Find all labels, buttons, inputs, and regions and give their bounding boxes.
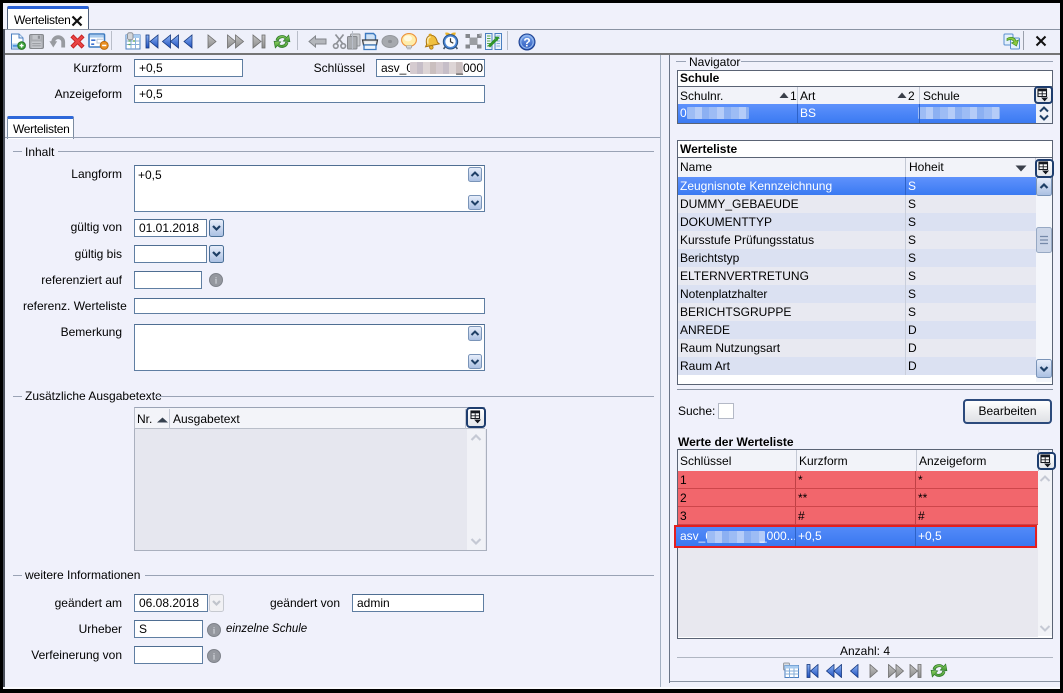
svg-text:?: ?	[523, 36, 530, 50]
